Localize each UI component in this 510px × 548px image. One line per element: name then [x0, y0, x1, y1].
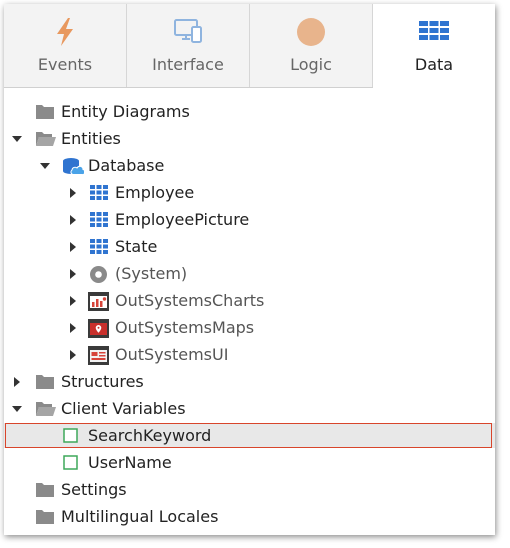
tree-item-label: (System) — [115, 264, 188, 283]
circle-icon — [297, 18, 325, 46]
tree-item-label: State — [115, 237, 158, 256]
tree-item-label: Employee — [115, 183, 195, 202]
tab-interface-label: Interface — [152, 55, 224, 74]
tab-logic[interactable]: Logic — [250, 4, 373, 87]
tree-item-entity-diagrams[interactable]: Entity Diagrams — [4, 99, 495, 126]
folder-icon — [36, 510, 54, 524]
entity-table-icon — [90, 185, 108, 200]
chevron-right-icon[interactable] — [70, 323, 76, 333]
chevron-down-icon[interactable] — [40, 163, 50, 169]
maps-module-icon — [88, 319, 109, 338]
tree-item-entities[interactable]: Entities — [4, 126, 495, 153]
tab-logic-label: Logic — [290, 55, 332, 74]
charts-module-icon — [88, 292, 109, 311]
chevron-right-icon[interactable] — [70, 269, 76, 279]
tab-interface[interactable]: Interface — [127, 4, 250, 87]
tree-item-label: Database — [88, 156, 165, 175]
tree-item-label: UserName — [88, 453, 172, 472]
tree-item-client-variables[interactable]: Client Variables — [4, 396, 495, 423]
tab-data[interactable]: Data — [373, 4, 495, 88]
tree-item-system[interactable]: (System) — [4, 261, 495, 288]
tab-events[interactable]: Events — [4, 4, 127, 87]
tab-data-label: Data — [414, 55, 454, 74]
lightning-icon — [57, 18, 73, 46]
tree-item-user-name[interactable]: UserName — [4, 450, 495, 477]
tree-item-database[interactable]: Database — [4, 153, 495, 180]
folder-icon — [36, 375, 54, 389]
tree-item-label: EmployeePicture — [115, 210, 250, 229]
data-panel: Events Interface Logic Data Entity Diagr… — [4, 4, 495, 535]
folder-open-icon — [36, 402, 56, 416]
entity-table-icon — [90, 212, 108, 227]
tree-item-outsystems-charts[interactable]: OutSystemsCharts — [4, 288, 495, 315]
chevron-right-icon[interactable] — [70, 242, 76, 252]
tree-item-label: OutSystemsUI — [115, 345, 229, 364]
entity-table-icon — [90, 239, 108, 254]
chevron-down-icon[interactable] — [12, 136, 22, 142]
tree-item-label: Structures — [61, 372, 144, 391]
variable-icon — [63, 428, 78, 443]
tree-item-search-keyword[interactable]: SearchKeyword — [4, 423, 495, 448]
chevron-right-icon[interactable] — [70, 215, 76, 225]
folder-open-icon — [36, 132, 56, 146]
tree-item-state[interactable]: State — [4, 234, 495, 261]
chevron-down-icon[interactable] — [12, 406, 22, 412]
grid-table-icon — [419, 21, 449, 40]
chevron-right-icon[interactable] — [70, 296, 76, 306]
system-module-icon — [90, 266, 107, 283]
chevron-right-icon[interactable] — [14, 377, 20, 387]
variable-icon — [63, 455, 78, 470]
tree-item-settings[interactable]: Settings — [4, 477, 495, 504]
tree-item-label: Entities — [61, 129, 121, 148]
tree-item-label: SearchKeyword — [88, 426, 212, 445]
selection-highlight — [5, 423, 492, 448]
tree-item-label: Entity Diagrams — [61, 102, 190, 121]
database-icon — [63, 158, 84, 176]
tree-item-label: Client Variables — [61, 399, 186, 418]
tree-item-structures[interactable]: Structures — [4, 369, 495, 396]
tree-item-outsystems-ui[interactable]: OutSystemsUI — [4, 342, 495, 369]
ui-module-icon — [88, 346, 109, 365]
chevron-right-icon[interactable] — [70, 188, 76, 198]
tree-item-label: Settings — [61, 480, 127, 499]
folder-icon — [36, 483, 54, 497]
tree-item-label: OutSystemsMaps — [115, 318, 255, 337]
tab-bar: Events Interface Logic Data — [4, 4, 495, 88]
chevron-right-icon[interactable] — [70, 350, 76, 360]
tree-item-label: Multilingual Locales — [61, 507, 219, 526]
devices-icon — [174, 19, 202, 43]
folder-icon — [36, 105, 54, 119]
tree-item-employee-picture[interactable]: EmployeePicture — [4, 207, 495, 234]
tree-item-employee[interactable]: Employee — [4, 180, 495, 207]
tree-item-multilingual-locales[interactable]: Multilingual Locales — [4, 504, 495, 531]
tab-events-label: Events — [37, 55, 93, 74]
tree-item-outsystems-maps[interactable]: OutSystemsMaps — [4, 315, 495, 342]
tree-item-label: OutSystemsCharts — [115, 291, 265, 310]
